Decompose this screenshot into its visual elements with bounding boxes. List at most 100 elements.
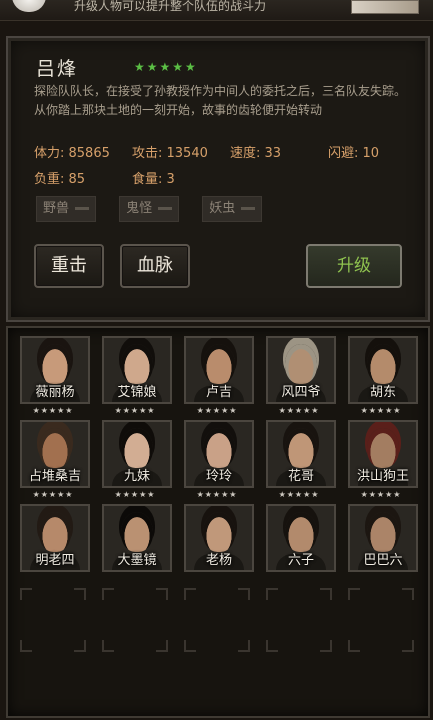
character-name: 卢吉 — [205, 385, 232, 400]
character-card[interactable]: 六子 — [266, 504, 336, 572]
stat-load: 负重: 85 — [34, 172, 86, 187]
character-card[interactable]: 九妹 — [102, 420, 172, 488]
empty-slot[interactable] — [266, 588, 332, 652]
slot-corner — [74, 640, 86, 652]
slot-corner — [20, 588, 32, 600]
stat-dodge: 闪避: 10 — [328, 146, 380, 161]
character-star-rating: ★★★★★ — [196, 490, 238, 499]
character-name: 占堆桑吉 — [28, 469, 81, 484]
hero-star-rating: ★★★★★ — [134, 60, 198, 74]
portrait-icon — [39, 512, 71, 552]
portrait-icon — [203, 344, 235, 384]
character-name: 玲玲 — [205, 469, 232, 484]
top-bar: 升级人物可以提升整个队伍的战斗力 — [0, 0, 433, 21]
slot-corner — [348, 640, 360, 652]
character-name: 洪山狗王 — [356, 469, 409, 484]
character-star-rating: ★★★★★ — [360, 406, 402, 415]
character-name: 大墨镜 — [117, 553, 157, 568]
character-star-rating: ★★★★★ — [278, 406, 320, 415]
character-name: 风四爷 — [281, 385, 321, 400]
slot-corner — [238, 640, 250, 652]
portrait-icon — [367, 344, 399, 384]
stat-food: 食量: 3 — [132, 172, 175, 187]
portrait-icon — [367, 512, 399, 552]
upgrade-hint: 升级人物可以提升整个队伍的战斗力 — [74, 0, 267, 13]
portrait-icon — [203, 428, 235, 468]
character-card[interactable]: 大墨镜 — [102, 504, 172, 572]
slot-corner — [102, 640, 114, 652]
empty-slot[interactable] — [20, 588, 86, 652]
hero-name: 吕烽 — [36, 58, 79, 80]
character-star-rating: ★★★★★ — [114, 406, 156, 415]
character-name: 老杨 — [205, 553, 232, 568]
character-card[interactable]: 花哥 — [266, 420, 336, 488]
stat-hp: 体力: 85865 — [34, 146, 110, 161]
character-grid: 薇丽杨 ★★★★★ 艾锦娘 ★★★★★ 卢吉 ★★★★★ 风四爷 ★★★★★ 胡东 ★★★★★ 占堆… — [6, 326, 430, 718]
character-name: 胡东 — [369, 385, 396, 400]
slot-corner — [266, 640, 278, 652]
portrait-icon — [285, 512, 317, 552]
portrait-icon — [121, 428, 153, 468]
hero-description: 探险队队长，在接受了孙教授作为中间人的委托之后，三名队友失踪。从你踏上那块土地的… — [34, 84, 407, 117]
character-star-rating: ★★★★★ — [196, 406, 238, 415]
tag-beast: 野兽 — [36, 196, 97, 222]
portrait-icon — [285, 344, 317, 384]
portrait-icon — [203, 512, 235, 552]
empty-slot[interactable] — [184, 588, 250, 652]
slot-corner — [156, 640, 168, 652]
stat-speed: 速度: 33 — [230, 146, 282, 161]
portrait-icon — [39, 344, 71, 384]
slot-corner — [184, 588, 196, 600]
character-name: 九妹 — [123, 469, 150, 484]
slot-corner — [320, 640, 332, 652]
empty-slot[interactable] — [102, 588, 168, 652]
character-card[interactable]: 卢吉 — [184, 336, 254, 404]
character-card[interactable]: 老杨 — [184, 504, 254, 572]
portrait-icon — [121, 344, 153, 384]
portrait-icon — [39, 428, 71, 468]
character-card[interactable]: 风四爷 — [266, 336, 336, 404]
character-card[interactable]: 玲玲 — [184, 420, 254, 488]
slot-corner — [402, 640, 414, 652]
character-card[interactable]: 明老四 — [20, 504, 90, 572]
tag-insect: 妖虫 — [202, 196, 263, 222]
stat-attack: 攻击: 13540 — [132, 146, 208, 161]
character-star-rating: ★★★★★ — [32, 406, 74, 415]
bloodline-button[interactable]: 血脉 — [120, 244, 190, 288]
slot-corner — [238, 588, 250, 600]
ore-icon — [12, 0, 46, 12]
character-card[interactable]: 巴巴六 — [348, 504, 418, 572]
slot-corner — [184, 640, 196, 652]
empty-slot[interactable] — [348, 588, 414, 652]
character-name: 薇丽杨 — [35, 385, 75, 400]
character-name: 艾锦娘 — [117, 385, 157, 400]
character-name: 巴巴六 — [363, 553, 403, 568]
upgrade-button[interactable]: 升级 — [306, 244, 402, 288]
slot-corner — [74, 588, 86, 600]
character-star-rating: ★★★★★ — [278, 490, 320, 499]
slot-corner — [20, 640, 32, 652]
slot-corner — [102, 588, 114, 600]
scene-thumbnail-icon[interactable] — [351, 0, 419, 14]
character-card[interactable]: 占堆桑吉 — [20, 420, 90, 488]
slot-corner — [348, 588, 360, 600]
character-card[interactable]: 胡东 — [348, 336, 418, 404]
slot-corner — [156, 588, 168, 600]
character-card[interactable]: 薇丽杨 — [20, 336, 90, 404]
portrait-icon — [121, 512, 153, 552]
character-name: 六子 — [287, 553, 314, 568]
hero-info-panel: 吕烽 ★★★★★ 探险队队长，在接受了孙教授作为中间人的委托之后，三名队友失踪。… — [6, 36, 430, 322]
character-star-rating: ★★★★★ — [32, 490, 74, 499]
hero-tags: 野兽 鬼怪 妖虫 — [36, 196, 280, 222]
character-star-rating: ★★★★★ — [360, 490, 402, 499]
slot-corner — [402, 588, 414, 600]
slot-corner — [266, 588, 278, 600]
portrait-icon — [367, 428, 399, 468]
character-card[interactable]: 洪山狗王 — [348, 420, 418, 488]
character-card[interactable]: 艾锦娘 — [102, 336, 172, 404]
heavy-strike-button[interactable]: 重击 — [34, 244, 104, 288]
tag-ghost: 鬼怪 — [119, 196, 180, 222]
character-name: 花哥 — [287, 469, 314, 484]
character-star-rating: ★★★★★ — [114, 490, 156, 499]
portrait-icon — [285, 428, 317, 468]
